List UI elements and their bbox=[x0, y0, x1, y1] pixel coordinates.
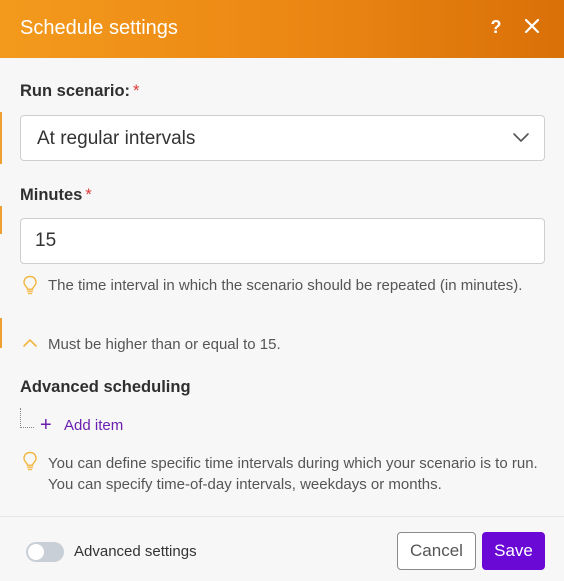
minutes-hint: The time interval in which the scenario … bbox=[48, 277, 523, 294]
lightbulb-icon bbox=[23, 275, 37, 295]
dialog-title: Schedule settings bbox=[20, 17, 178, 39]
run-scenario-selected-value: At regular intervals bbox=[37, 128, 196, 149]
minutes-input[interactable] bbox=[20, 218, 545, 264]
advanced-scheduling-hint: You can define specific time intervals d… bbox=[48, 455, 538, 493]
tree-connector bbox=[20, 408, 34, 428]
run-scenario-select[interactable]: At regular intervals bbox=[20, 115, 545, 161]
cancel-button[interactable]: Cancel bbox=[397, 532, 476, 570]
lightbulb-icon bbox=[23, 451, 37, 471]
advanced-settings-label: Advanced settings bbox=[74, 543, 197, 560]
advanced-settings-toggle[interactable] bbox=[26, 542, 64, 562]
chevron-down-icon bbox=[513, 133, 529, 142]
schedule-settings-dialog: Schedule settings ? Run scenario: * At re… bbox=[0, 0, 564, 581]
run-scenario-label-text: Run scenario: bbox=[20, 82, 131, 100]
run-scenario-label: Run scenario: * bbox=[20, 82, 139, 101]
minutes-validation-message: Must be higher than or equal to 15. bbox=[48, 336, 281, 353]
minutes-label: Minutes * bbox=[20, 186, 92, 205]
dialog-footer: Advanced settings Cancel Save bbox=[0, 516, 564, 581]
required-mark: * bbox=[85, 186, 92, 204]
required-mark: * bbox=[133, 82, 140, 100]
advanced-scheduling-label: Advanced scheduling bbox=[20, 378, 191, 396]
close-icon[interactable] bbox=[522, 16, 542, 36]
add-item-label: Add item bbox=[64, 417, 124, 434]
toggle-knob bbox=[28, 544, 44, 560]
help-icon[interactable]: ? bbox=[486, 14, 506, 40]
save-button[interactable]: Save bbox=[482, 532, 545, 570]
minutes-label-text: Minutes bbox=[20, 186, 83, 204]
chevron-up-icon[interactable] bbox=[22, 334, 38, 354]
plus-icon: + bbox=[40, 414, 52, 436]
dialog-header: Schedule settings ? bbox=[0, 0, 564, 58]
dialog-body: Run scenario: * At regular intervals Minu… bbox=[0, 58, 564, 516]
